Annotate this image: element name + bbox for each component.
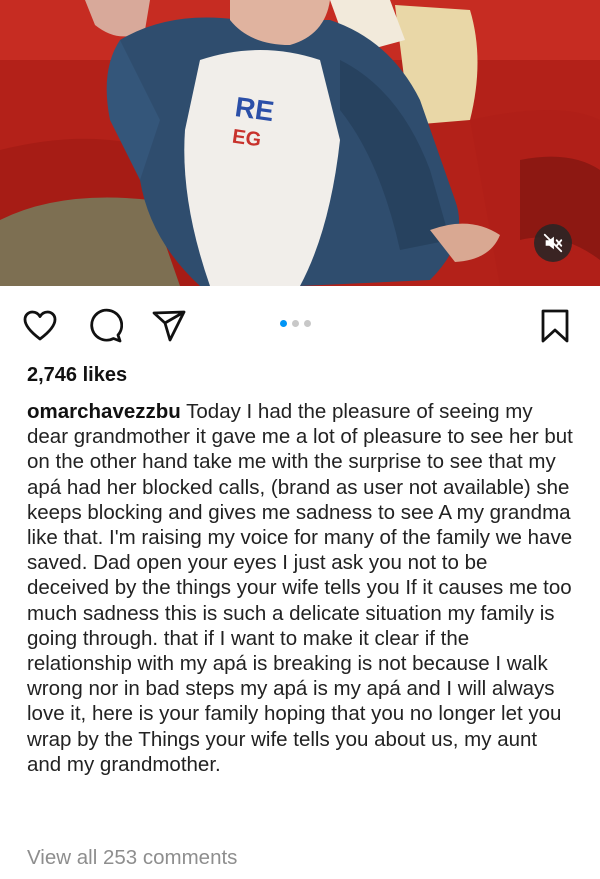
comment-bubble-icon[interactable] xyxy=(87,308,123,344)
svg-text:EG: EG xyxy=(231,126,263,152)
post-action-bar xyxy=(0,286,600,364)
caption-username[interactable]: omarchavezzbu xyxy=(27,400,181,423)
svg-text:RE: RE xyxy=(233,91,276,127)
carousel-dot xyxy=(292,320,299,327)
heart-outline-icon[interactable] xyxy=(22,308,58,344)
paper-plane-icon[interactable] xyxy=(151,308,187,344)
likes-count[interactable]: 2,746 likes xyxy=(27,364,127,387)
caption-text: Today I had the pleasure of seeing my de… xyxy=(27,400,573,776)
carousel-dot xyxy=(304,320,311,327)
post-media[interactable]: RE EG xyxy=(0,0,600,286)
carousel-dot-active xyxy=(280,320,287,327)
view-comments-link[interactable]: View all 253 comments xyxy=(27,846,237,870)
carousel-indicator xyxy=(280,320,311,327)
post-caption: omarchavezzbu Today I had the pleasure o… xyxy=(27,399,575,777)
bookmark-outline-icon[interactable] xyxy=(538,308,572,344)
mute-toggle-button[interactable] xyxy=(534,224,572,262)
speaker-muted-icon xyxy=(543,233,563,253)
video-frame-image: RE EG xyxy=(0,0,600,286)
